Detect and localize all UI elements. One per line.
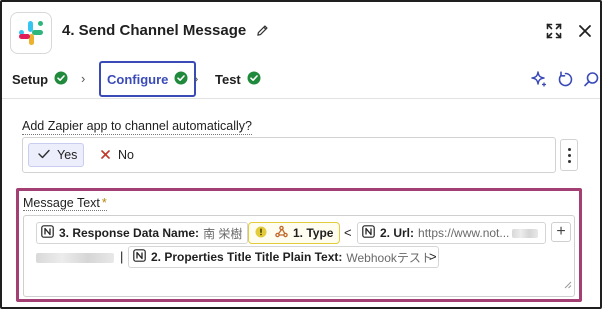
webhook-icon <box>275 225 288 241</box>
checkmark-icon <box>38 148 50 162</box>
redacted-text <box>512 228 539 238</box>
token-url[interactable]: 2. Url: https://www.not... <box>357 222 546 244</box>
field-label-auto-add: Add Zapier app to channel automatically? <box>22 119 253 135</box>
tabs-divider <box>2 98 600 99</box>
message-text-field: Message Text * 3. Response Data Name: 南 栄… <box>16 188 582 302</box>
token-value: 南 栄樹 <box>203 226 243 241</box>
check-circle-icon <box>247 71 261 88</box>
refresh-icon[interactable] <box>554 68 576 90</box>
pencil-icon[interactable] <box>256 24 269 41</box>
check-circle-icon <box>174 71 188 88</box>
token-name: 2. Properties Title Title Plain Text: <box>151 250 343 264</box>
step-title-text: 4. Send Channel Message <box>62 22 247 39</box>
add-field-button[interactable]: + <box>551 222 571 242</box>
token-name: 1. Type <box>293 226 334 240</box>
tab-setup[interactable]: Setup <box>12 62 68 96</box>
tab-configure[interactable]: Configure <box>99 61 197 97</box>
chevron-right-icon: › <box>81 71 86 86</box>
warning-icon <box>255 226 267 241</box>
token-properties-title[interactable]: 2. Properties Title Title Plain Text: We… <box>128 246 439 268</box>
auto-add-choice-group: Yes No <box>22 137 556 173</box>
close-icon[interactable] <box>574 20 596 42</box>
tab-test[interactable]: Test <box>215 62 261 96</box>
step-title[interactable]: 4. Send Channel Message <box>62 22 269 41</box>
step-tabs: Setup › Configure › Test <box>2 61 600 97</box>
option-yes[interactable]: Yes <box>28 143 84 167</box>
step-panel: 4. Send Channel Message Setup › Configur… <box>0 0 602 309</box>
token-name: 2. Url: <box>380 226 415 240</box>
redacted-text <box>36 253 114 263</box>
token-name: 3. Response Data Name: <box>59 226 200 240</box>
sparkle-icon[interactable] <box>528 68 550 90</box>
message-text-input[interactable]: 3. Response Data Name: 南 栄樹 1. Type < 2.… <box>23 215 575 297</box>
token-value: Webhookテスト <box>346 250 433 265</box>
expand-icon[interactable] <box>543 20 565 42</box>
notion-icon <box>362 225 375 241</box>
x-icon <box>101 148 110 162</box>
tab-configure-label: Configure <box>107 71 169 87</box>
slack-logo-icon <box>10 12 52 54</box>
check-circle-icon <box>54 71 68 88</box>
resize-handle-icon[interactable] <box>564 276 572 294</box>
option-no-label: No <box>118 148 134 162</box>
token-type[interactable]: 1. Type <box>248 222 341 244</box>
notion-icon <box>133 249 146 265</box>
notion-icon <box>41 225 54 241</box>
message-text-label: Message Text <box>23 196 100 210</box>
tab-setup-label: Setup <box>12 71 49 87</box>
literal-text: > <box>429 249 437 264</box>
literal-text: < <box>344 225 352 240</box>
search-icon[interactable] <box>580 68 600 90</box>
required-marker: * <box>101 196 107 210</box>
token-response-data-name[interactable]: 3. Response Data Name: 南 栄樹 <box>36 222 249 244</box>
option-no[interactable]: No <box>99 143 159 167</box>
tab-test-label: Test <box>215 71 241 87</box>
field-label-message-text: Message Text * <box>23 196 107 211</box>
more-options-icon[interactable] <box>560 139 578 171</box>
chevron-right-icon: › <box>194 71 199 86</box>
plus-icon: + <box>556 223 566 240</box>
token-value: https://www.not... <box>418 226 510 240</box>
step-header: 4. Send Channel Message <box>2 2 600 62</box>
literal-text: | <box>120 249 124 264</box>
option-yes-label: Yes <box>57 148 78 162</box>
